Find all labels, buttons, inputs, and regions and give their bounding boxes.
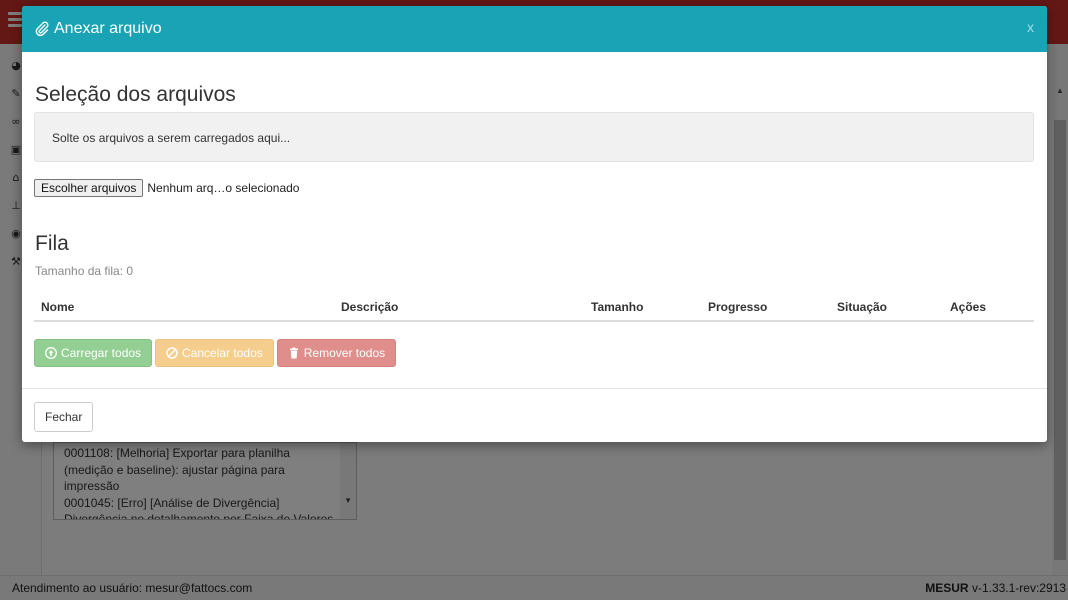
cancel-all-button[interactable]: Cancelar todos bbox=[155, 339, 274, 367]
column-header-status: Situação bbox=[837, 300, 888, 314]
modal-title-text: Anexar arquivo bbox=[54, 20, 162, 37]
remove-all-button[interactable]: Remover todos bbox=[276, 339, 397, 367]
queue-size-text: Tamanho da fila: 0 bbox=[35, 264, 134, 278]
selection-heading: Seleção dos arquivos bbox=[35, 83, 236, 106]
trash-icon bbox=[289, 347, 298, 359]
column-header-name: Nome bbox=[41, 300, 75, 314]
queue-table-header: Nome Descrição Tamanho Progresso Situaçã… bbox=[34, 291, 1034, 322]
upload-all-label: Carregar todos bbox=[61, 346, 142, 360]
attach-file-modal: Anexar arquivo x Seleção dos arquivos So… bbox=[22, 6, 1047, 442]
close-button[interactable]: Fechar bbox=[34, 402, 94, 432]
choose-files-button[interactable]: Escolher arquivos bbox=[34, 179, 144, 197]
close-icon[interactable]: x bbox=[1027, 19, 1034, 35]
column-header-size: Tamanho bbox=[591, 300, 644, 314]
queue-heading: Fila bbox=[35, 232, 69, 255]
modal-footer: Fechar bbox=[22, 388, 1047, 442]
remove-all-label: Remover todos bbox=[303, 346, 386, 360]
modal-header: Anexar arquivo x bbox=[22, 6, 1047, 52]
ban-icon bbox=[166, 347, 178, 359]
file-input[interactable]: Escolher arquivos Nenhum arq…o seleciona… bbox=[34, 179, 299, 197]
drop-zone-text: Solte os arquivos a serem carregados aqu… bbox=[52, 131, 291, 145]
modal-title: Anexar arquivo bbox=[34, 20, 162, 38]
queue-actions: Carregar todos Cancelar todos Remover to… bbox=[34, 339, 399, 367]
file-drop-zone[interactable]: Solte os arquivos a serem carregados aqu… bbox=[34, 112, 1034, 162]
file-status-text: Nenhum arq…o selecionado bbox=[147, 181, 300, 195]
cancel-all-label: Cancelar todos bbox=[182, 346, 263, 360]
queue-table: Nome Descrição Tamanho Progresso Situaçã… bbox=[34, 291, 1034, 322]
column-header-description: Descrição bbox=[341, 300, 399, 314]
column-header-progress: Progresso bbox=[708, 300, 768, 314]
paperclip-icon bbox=[35, 21, 49, 37]
upload-all-button[interactable]: Carregar todos bbox=[34, 339, 153, 367]
upload-circle-icon bbox=[45, 347, 57, 359]
column-header-actions: Ações bbox=[950, 300, 987, 314]
